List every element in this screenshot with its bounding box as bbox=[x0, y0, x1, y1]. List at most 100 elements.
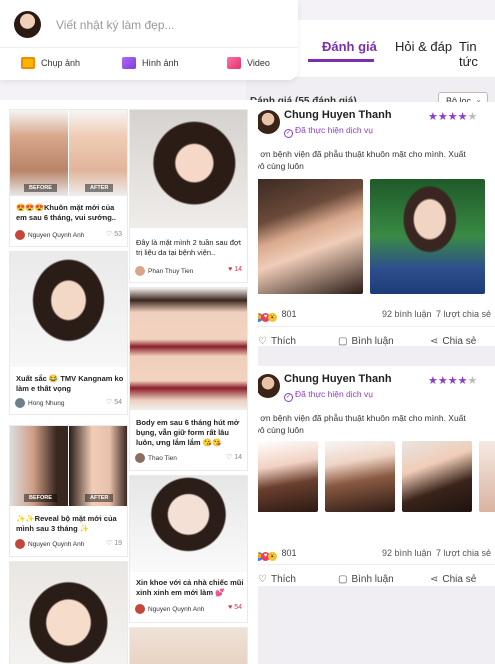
before-after-photo[interactable]: BEFORE AFTER bbox=[10, 426, 127, 506]
diary-input[interactable] bbox=[56, 17, 276, 33]
star-empty-icon: ★ bbox=[467, 111, 478, 123]
avatar bbox=[135, 604, 145, 614]
video-button[interactable]: Video bbox=[227, 57, 270, 69]
reaction-count: 801 bbox=[281, 309, 297, 319]
feed-card[interactable]: BEFORE AFTER ✨✨Reveal bộ mặt mới của mìn… bbox=[10, 426, 127, 556]
like-count[interactable]: ♡ 19 bbox=[106, 539, 122, 547]
avatar bbox=[15, 398, 25, 408]
feed-card[interactable]: BEFORE AFTER 😍😍😍Khuôn mặt mới của em sau… bbox=[10, 110, 127, 246]
post-author[interactable]: Nguyen Quynh Anh bbox=[15, 230, 84, 240]
review-photo[interactable] bbox=[479, 441, 495, 512]
camera-button[interactable]: Chụp ảnh bbox=[21, 57, 80, 69]
review-photo[interactable] bbox=[325, 441, 395, 512]
before-after-photo[interactable]: BEFORE AFTER bbox=[10, 110, 127, 196]
reactions[interactable]: 👍♥😮 801 bbox=[254, 309, 297, 322]
post-author[interactable]: Thao Tien bbox=[135, 453, 177, 463]
comment-button[interactable]: ▢ Bình luận bbox=[338, 336, 394, 347]
post-text: Đây là mặt mình 2 tuần sau đợt trị liệu … bbox=[136, 238, 241, 257]
post-photo[interactable] bbox=[130, 110, 247, 228]
camera-icon bbox=[21, 57, 35, 69]
post-author[interactable]: Nguyen Quynh Anh bbox=[135, 604, 204, 614]
tab-news[interactable]: Tin tức bbox=[459, 39, 495, 69]
verified-label: Đã thực hiện dịch vụ bbox=[295, 125, 373, 135]
post-author[interactable]: Hong Nhung bbox=[15, 398, 65, 408]
like-button[interactable]: ♡ Thích bbox=[258, 336, 296, 347]
like-label: Thích bbox=[270, 336, 296, 347]
review-card: Chung Huyen Thanh ✓ Đã thực hiện dịch vụ … bbox=[246, 102, 495, 347]
share-button[interactable]: ⋖ Chia sẻ bbox=[430, 574, 476, 585]
tab-qa[interactable]: Hỏi & đáp bbox=[395, 39, 452, 54]
share-icon: ⋖ bbox=[430, 574, 439, 585]
review-text: Cám ơn bệnh viện đã phẫu thuật khuôn mặt… bbox=[246, 413, 466, 435]
feed-card[interactable] bbox=[10, 562, 127, 664]
after-photo: AFTER bbox=[69, 110, 127, 196]
review-author[interactable]: Chung Huyen Thanh bbox=[284, 373, 392, 385]
avatar bbox=[15, 539, 25, 549]
star-empty-icon: ★ bbox=[467, 375, 478, 387]
reactions[interactable]: 👍♥😮 801 bbox=[254, 548, 297, 561]
share-count[interactable]: 7 lượt chia sẻ bbox=[436, 548, 491, 558]
like-count[interactable]: ♥ 14 bbox=[228, 266, 242, 273]
feed-card[interactable] bbox=[130, 628, 247, 664]
post-photo[interactable] bbox=[130, 628, 247, 664]
post-photo[interactable] bbox=[130, 288, 247, 410]
feed-card[interactable]: Body em sau 6 tháng hút mở bụng, vẫn giữ… bbox=[130, 288, 247, 470]
like-count[interactable]: ♡ 53 bbox=[106, 230, 122, 238]
verified-badge: ✓ Đã thực hiện dịch vụ bbox=[284, 125, 373, 138]
post-text: Body em sau 6 tháng hút mở bụng, vẫn giữ… bbox=[136, 418, 240, 447]
image-button[interactable]: Hình ảnh bbox=[122, 57, 179, 69]
heart-icon: ♡ bbox=[105, 399, 115, 406]
like-label: Thích bbox=[270, 574, 296, 585]
share-label: Chia sẻ bbox=[442, 574, 477, 585]
comment-icon: ▢ bbox=[338, 336, 348, 347]
review-photo[interactable] bbox=[256, 179, 363, 294]
post-text: 😍😍😍Khuôn mặt mới của em sau 6 tháng, vui… bbox=[16, 203, 116, 222]
video-label: Video bbox=[247, 58, 270, 68]
review-text: Cám ơn bệnh viện đã phẫu thuật khuôn mặt… bbox=[246, 149, 466, 171]
post-author[interactable]: Phan Thuy Tien bbox=[135, 266, 193, 276]
like-count[interactable]: ♥ 54 bbox=[228, 604, 242, 611]
feed-card[interactable]: Đây là mặt mình 2 tuần sau đợt trị liệu … bbox=[130, 110, 247, 282]
author-name: Nguyen Quynh Anh bbox=[28, 541, 85, 548]
after-photo: AFTER bbox=[69, 426, 127, 506]
comment-button[interactable]: ▢ Bình luận bbox=[338, 574, 394, 585]
review-actions: ♡ Thích ▢ Bình luận ⋖ Chia sẻ bbox=[250, 326, 495, 356]
share-count[interactable]: 7 lượt chia sẻ bbox=[436, 309, 491, 319]
avatar bbox=[15, 230, 25, 240]
like-count[interactable]: ♡ 54 bbox=[106, 398, 122, 406]
image-icon bbox=[122, 57, 136, 69]
review-photo[interactable] bbox=[370, 179, 485, 294]
reaction-count: 801 bbox=[281, 548, 297, 558]
avatar[interactable] bbox=[256, 110, 280, 134]
post-author[interactable]: Nguyen Quynh Anh bbox=[15, 539, 84, 549]
author-name: Hong Nhung bbox=[28, 400, 65, 407]
post-photo[interactable] bbox=[10, 562, 127, 664]
review-photo[interactable] bbox=[256, 441, 318, 512]
before-label: BEFORE bbox=[24, 494, 57, 502]
avatar[interactable] bbox=[14, 11, 41, 38]
after-label: AFTER bbox=[85, 494, 114, 502]
like-button[interactable]: ♡ Thích bbox=[258, 574, 296, 585]
avatar bbox=[135, 453, 145, 463]
review-card: Chung Huyen Thanh ✓ Đã thực hiện dịch vụ … bbox=[246, 366, 495, 586]
post-text: Xuất sắc 😂 TMV Kangnam ko làm e thất vọn… bbox=[16, 374, 124, 393]
heart-icon: ♡ bbox=[258, 574, 267, 585]
like-number: 54 bbox=[234, 604, 242, 611]
star-rating: ★★★★★ bbox=[428, 110, 477, 123]
heart-icon: ♡ bbox=[225, 454, 235, 461]
tab-reviews[interactable]: Đánh giá bbox=[322, 39, 377, 54]
feed-card[interactable]: Xin khoe với cả nhà chiếc mũi xinh xinh … bbox=[130, 476, 247, 622]
review-photo[interactable] bbox=[402, 441, 472, 512]
comment-count[interactable]: 92 bình luận bbox=[382, 309, 432, 319]
post-photo[interactable] bbox=[10, 252, 127, 367]
like-count[interactable]: ♡ 14 bbox=[226, 453, 242, 461]
check-badge-icon: ✓ bbox=[284, 129, 293, 138]
verified-label: Đã thực hiện dịch vụ bbox=[295, 389, 373, 399]
feed-card[interactable]: Xuất sắc 😂 TMV Kangnam ko làm e thất vọn… bbox=[10, 252, 127, 414]
share-button[interactable]: ⋖ Chia sẻ bbox=[430, 336, 476, 347]
review-author[interactable]: Chung Huyen Thanh bbox=[284, 109, 392, 121]
post-photo[interactable] bbox=[130, 476, 247, 572]
comment-count[interactable]: 92 bình luận bbox=[382, 548, 432, 558]
avatar[interactable] bbox=[256, 374, 280, 398]
check-badge-icon: ✓ bbox=[284, 393, 293, 402]
